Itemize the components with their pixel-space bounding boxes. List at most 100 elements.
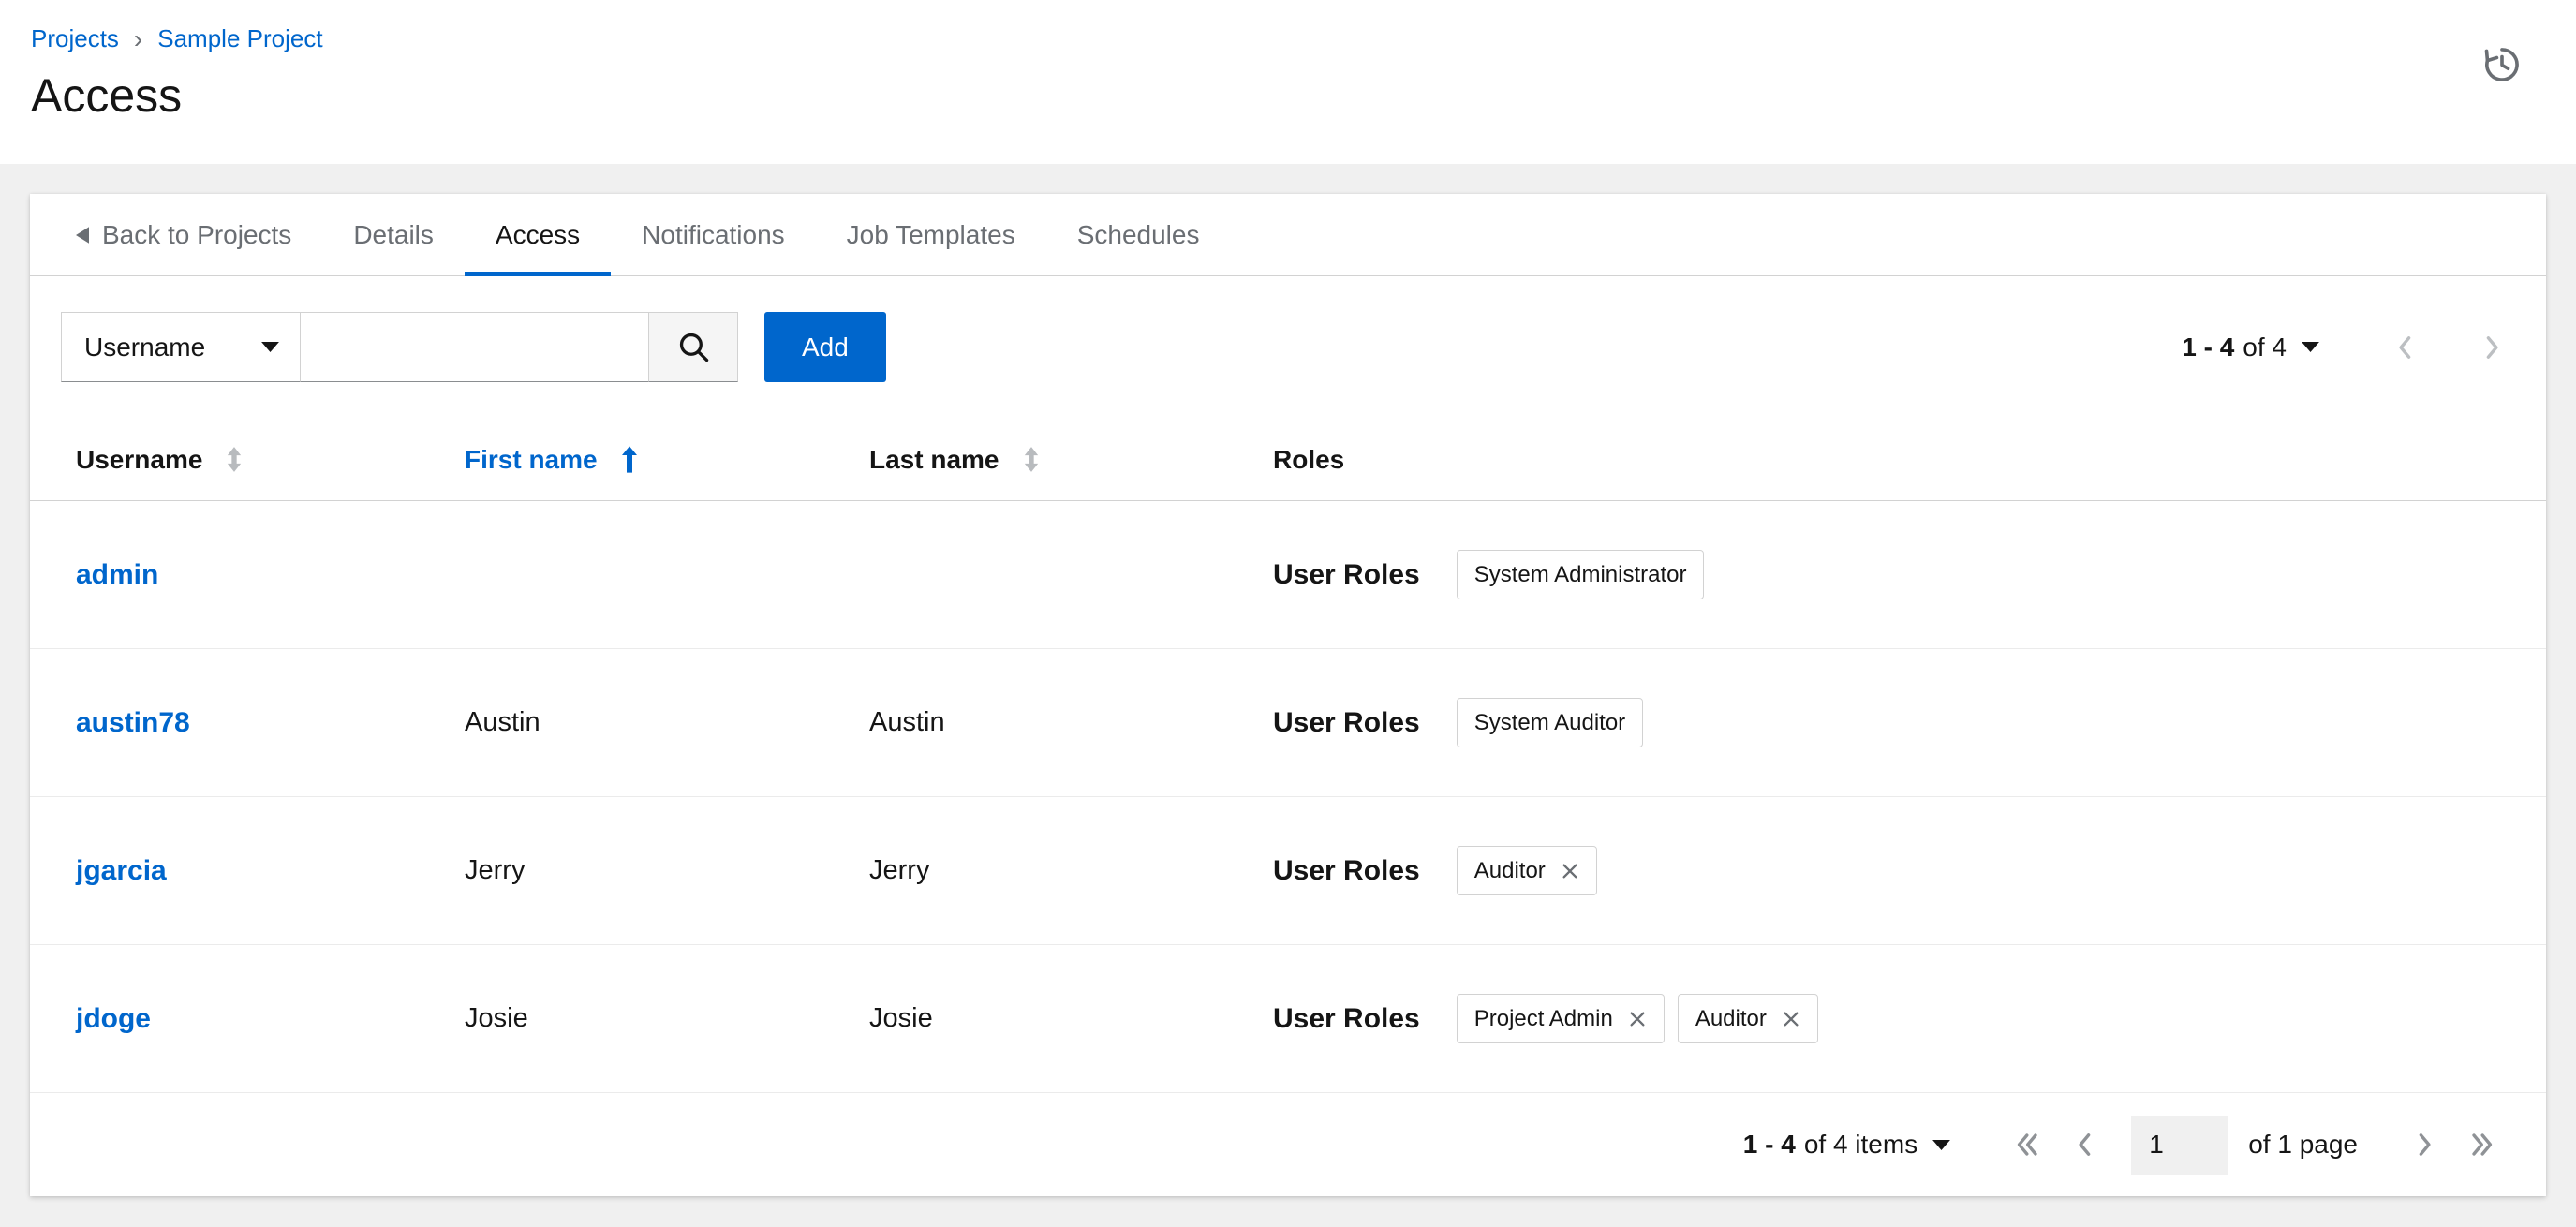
chip-remove-button[interactable] xyxy=(1628,1010,1647,1028)
double-chevron-right-icon xyxy=(2472,1133,2493,1156)
roles-cell: User Roles Project Admin Auditor xyxy=(1227,994,2546,1043)
roles-cell: User Roles Auditor xyxy=(1227,846,2546,895)
chip-remove-button[interactable] xyxy=(1782,1010,1800,1028)
username-cell: jdoge xyxy=(30,1003,419,1035)
last-page-button[interactable] xyxy=(2469,1129,2497,1160)
pagination-total: of 4 items xyxy=(1803,1130,1918,1159)
first-name-cell: Jerry xyxy=(465,855,526,885)
role-chip: Project Admin xyxy=(1456,994,1665,1043)
chevron-left-icon xyxy=(2399,335,2411,359)
chevron-down-icon xyxy=(1932,1139,1951,1150)
column-header-label: Roles xyxy=(1273,444,1345,474)
activity-history-button[interactable] xyxy=(2480,43,2524,86)
filter-type-selected: Username xyxy=(84,332,206,362)
page-count-label: of 1 page xyxy=(2248,1130,2358,1159)
username-cell: austin78 xyxy=(30,707,419,739)
sort-icon xyxy=(1022,447,1041,472)
chevron-down-icon xyxy=(2302,342,2319,352)
user-roles-label: User Roles xyxy=(1273,1002,1420,1034)
pagination-range: 1 - 4 xyxy=(2182,332,2235,362)
role-chip-label: Auditor xyxy=(1473,857,1546,883)
table-row-jdoge: jdoge Josie Josie User Roles Project Adm… xyxy=(30,945,2546,1093)
role-chips: Auditor xyxy=(1456,846,1597,895)
close-icon xyxy=(1630,1012,1645,1026)
search-button[interactable] xyxy=(649,312,738,382)
footer-pagination-dropdown[interactable]: 1 - 4 of 4 items xyxy=(1742,1130,1951,1160)
access-table: Username First name Last name Roles admi… xyxy=(30,419,2546,1093)
column-header-first-name[interactable]: First name xyxy=(419,445,823,475)
search-icon xyxy=(679,333,708,362)
tab-back-to-projects[interactable]: Back to Projects xyxy=(45,194,322,275)
column-header-username[interactable]: Username xyxy=(30,445,419,475)
pagination-total: of 4 xyxy=(2243,332,2287,362)
top-pagination: 1 - 4 of 4 xyxy=(2182,332,2503,363)
chevron-down-icon xyxy=(261,342,279,352)
username-link[interactable]: jgarcia xyxy=(76,855,167,887)
role-chips: System Auditor xyxy=(1456,698,1644,747)
tab-access[interactable]: Access xyxy=(464,194,612,276)
close-icon xyxy=(1784,1012,1799,1026)
role-chip-label: Project Admin xyxy=(1473,1005,1613,1031)
column-header-last-name[interactable]: Last name xyxy=(823,445,1227,475)
tab-back-label: Back to Projects xyxy=(102,219,292,249)
next-page-button[interactable] xyxy=(2416,1129,2435,1160)
filter-type-dropdown[interactable]: Username xyxy=(61,312,301,382)
chip-remove-button[interactable] xyxy=(1561,862,1579,880)
page-header: Projects › Sample Project Access xyxy=(0,0,2576,164)
tab-bar: Back to Projects Details Access Notifica… xyxy=(30,194,2546,276)
user-roles-label: User Roles xyxy=(1273,558,1420,590)
last-name-cell: Josie xyxy=(869,1003,933,1033)
page-title: Access xyxy=(31,69,183,122)
add-button[interactable]: Add xyxy=(764,312,886,382)
tab-schedules[interactable]: Schedules xyxy=(1046,194,1231,275)
role-chip-label: System Auditor xyxy=(1473,709,1626,735)
table-header-row: Username First name Last name Roles xyxy=(30,419,2546,501)
last-name-cell: Austin xyxy=(869,707,945,737)
tab-job-templates[interactable]: Job Templates xyxy=(816,194,1046,275)
access-card: Back to Projects Details Access Notifica… xyxy=(30,194,2546,1196)
user-roles-label: User Roles xyxy=(1273,854,1420,886)
tab-notifications[interactable]: Notifications xyxy=(611,194,816,275)
first-name-cell: Austin xyxy=(465,707,540,737)
username-link[interactable]: jdoge xyxy=(76,1003,151,1035)
chevron-left-icon xyxy=(2079,1133,2091,1156)
tab-details[interactable]: Details xyxy=(322,194,465,275)
breadcrumb-link-sample-project[interactable]: Sample Project xyxy=(157,24,322,53)
role-chips: System Administrator xyxy=(1456,550,1705,599)
close-icon xyxy=(1562,864,1577,878)
last-name-cell: Jerry xyxy=(869,855,930,885)
breadcrumb: Projects › Sample Project xyxy=(31,24,2576,53)
column-header-label: Username xyxy=(76,444,203,474)
chevron-right-icon xyxy=(2419,1133,2431,1156)
username-link[interactable]: austin78 xyxy=(76,707,190,739)
back-arrow-icon xyxy=(76,226,89,244)
breadcrumb-link-projects[interactable]: Projects xyxy=(31,24,119,53)
column-header-label: Last name xyxy=(869,444,999,474)
role-chip-label: Auditor xyxy=(1695,1005,1767,1031)
main-content: Back to Projects Details Access Notifica… xyxy=(0,194,2576,1196)
role-chip: System Auditor xyxy=(1456,698,1644,747)
username-cell: admin xyxy=(30,559,419,591)
prev-page-button[interactable] xyxy=(2394,332,2414,363)
user-roles-label: User Roles xyxy=(1273,706,1420,738)
history-icon xyxy=(2484,48,2519,81)
chevron-right-icon xyxy=(2486,335,2498,359)
search-input[interactable] xyxy=(301,312,649,382)
pagination-range: 1 - 4 xyxy=(1742,1130,1796,1159)
column-header-roles: Roles xyxy=(1227,445,2546,475)
prev-page-button[interactable] xyxy=(2074,1129,2094,1160)
table-row-austin78: austin78 Austin Austin User Roles System… xyxy=(30,649,2546,797)
breadcrumb-separator: › xyxy=(133,23,143,53)
first-page-button[interactable] xyxy=(2012,1129,2040,1160)
next-page-button[interactable] xyxy=(2483,332,2503,363)
table-row-jgarcia: jgarcia Jerry Jerry User Roles Auditor xyxy=(30,797,2546,945)
role-chips: Project Admin Auditor xyxy=(1456,994,1818,1043)
role-chip: Auditor xyxy=(1456,846,1597,895)
double-chevron-left-icon xyxy=(2018,1133,2037,1156)
toolbar: Username Add 1 - 4 of 4 xyxy=(61,312,2503,382)
top-pagination-dropdown[interactable]: 1 - 4 of 4 xyxy=(2182,333,2319,362)
page-number-input[interactable] xyxy=(2131,1115,2228,1175)
username-link[interactable]: admin xyxy=(76,559,158,591)
role-chip: System Administrator xyxy=(1456,550,1705,599)
first-name-cell: Josie xyxy=(465,1003,528,1033)
